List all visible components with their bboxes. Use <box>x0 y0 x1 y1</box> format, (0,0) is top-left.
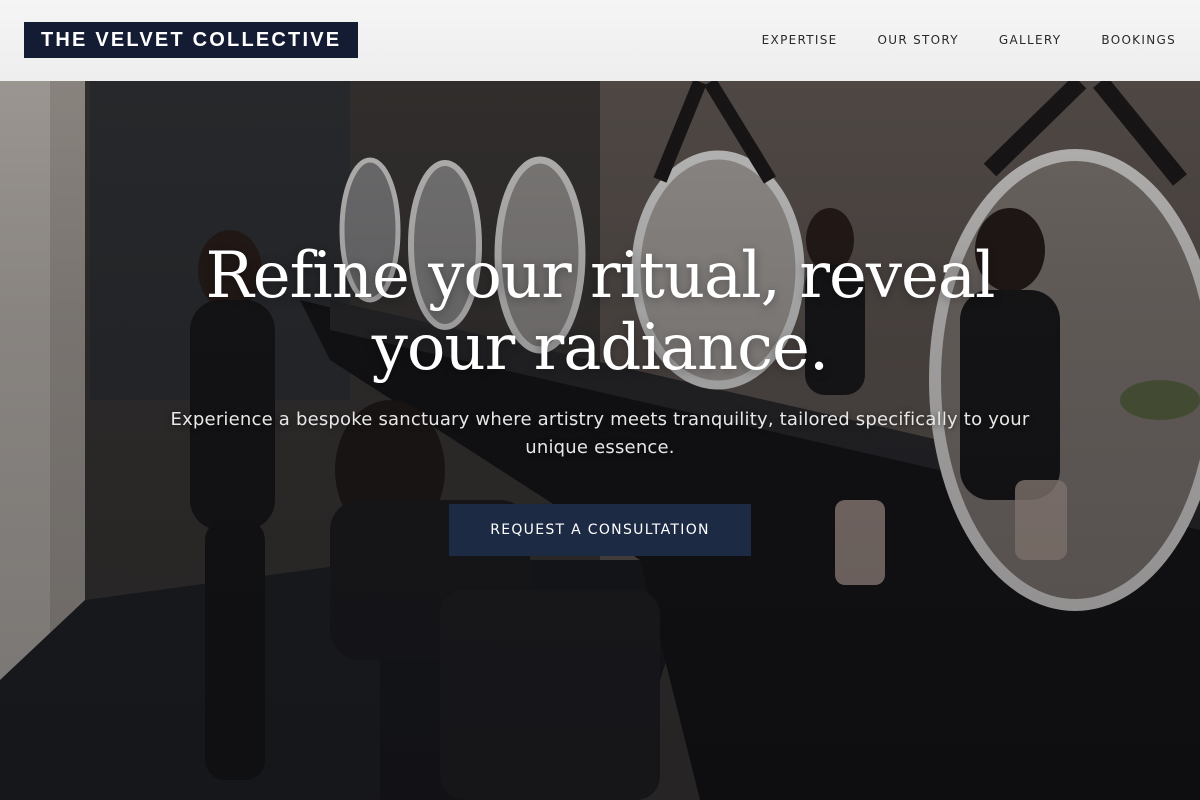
hero-content: Refine your ritual, reveal your radiance… <box>0 240 1200 556</box>
main-nav: EXPERTISE OUR STORY GALLERY BOOKINGS <box>762 33 1176 47</box>
brand-logo[interactable]: THE VELVET COLLECTIVE <box>24 21 359 58</box>
nav-link-gallery[interactable]: GALLERY <box>999 33 1061 47</box>
request-consultation-button[interactable]: REQUEST A CONSULTATION <box>449 504 751 556</box>
site-header: THE VELVET COLLECTIVE EXPERTISE OUR STOR… <box>0 0 1200 81</box>
hero-title: Refine your ritual, reveal your radiance… <box>205 239 996 385</box>
nav-link-bookings[interactable]: BOOKINGS <box>1101 33 1176 47</box>
nav-link-our-story[interactable]: OUR STORY <box>878 33 959 47</box>
nav-link-expertise[interactable]: EXPERTISE <box>762 33 838 47</box>
hero-subtitle: Experience a bespoke sanctuary where art… <box>170 409 1030 458</box>
